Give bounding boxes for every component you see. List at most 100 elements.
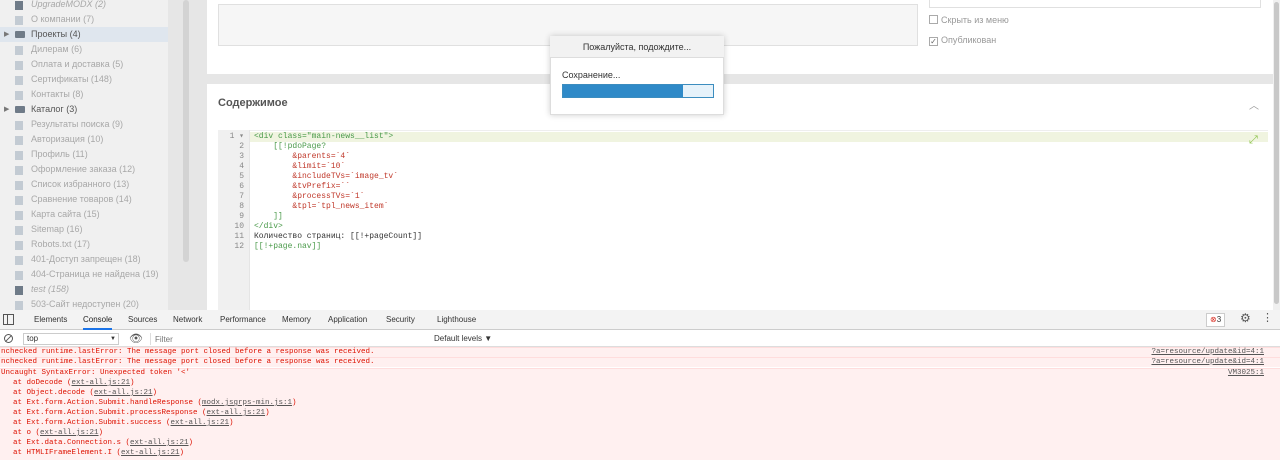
tree-item[interactable]: Оформление заказа (12) <box>0 162 168 177</box>
code-editor[interactable] <box>218 130 1268 310</box>
context-select[interactable]: top ▼ <box>23 333 119 345</box>
tree-item-label: Список избранного (13) <box>31 179 130 189</box>
line-number: 1 ▾ <box>229 132 244 141</box>
code-line[interactable]: &parents=`4` <box>254 152 350 162</box>
devtools-tab-elements[interactable]: Elements <box>34 310 67 330</box>
document-icon <box>15 211 23 220</box>
devtools-tab-console[interactable]: Console <box>83 310 113 330</box>
error-count-badge[interactable]: ⊗3 <box>1206 313 1226 327</box>
stack-frame-link[interactable]: ext-all.js:21 <box>72 379 131 387</box>
devtools-tab-memory[interactable]: Memory <box>282 310 311 330</box>
tree-item-label: Sitemap (16) <box>31 224 83 234</box>
stack-frame-text: at Ext.form.Action.Submit.handleResponse… <box>13 399 203 407</box>
tree-item-label: Контакты (8) <box>31 89 84 99</box>
tree-item[interactable]: UpgradeMODX (2) <box>0 0 168 12</box>
message-text: nchecked runtime.lastError: The message … <box>1 348 375 356</box>
stack-frame-close: ) <box>179 449 185 457</box>
devtools-tab-network[interactable]: Network <box>173 310 202 330</box>
tree-item[interactable]: Оплата и доставка (5) <box>0 57 168 72</box>
clear-console-icon[interactable] <box>4 334 13 343</box>
tree-item[interactable]: Профиль (11) <box>0 147 168 162</box>
published-label: Опубликован <box>941 35 997 45</box>
resource-tree: UpgradeMODX (2) О компании (7) ▶ Проекты (4… <box>0 0 168 310</box>
folder-icon <box>15 106 25 113</box>
more-menu-icon[interactable]: ⋮ <box>1262 311 1273 324</box>
page-scrollbar[interactable] <box>1273 0 1280 310</box>
code-line[interactable]: &limit=`10` <box>254 162 345 172</box>
stack-frame-link[interactable]: ext-all.js:21 <box>40 429 99 437</box>
wait-dialog-title: Пожалуйста, подождите... <box>550 36 724 58</box>
tree-item[interactable]: ▶ Каталог (3) <box>0 102 168 117</box>
tree-item[interactable]: Контакты (8) <box>0 87 168 102</box>
message-source-link[interactable]: ?a=resource/update&id=4:1 <box>1151 358 1264 366</box>
folder-icon <box>15 31 25 38</box>
code-line[interactable]: &tvPrefix=`` <box>254 182 350 192</box>
tree-item[interactable]: Результаты поиска (9) <box>0 117 168 132</box>
inspect-icon[interactable] <box>3 314 14 325</box>
code-line[interactable]: &tpl=`tpl_news_item` <box>254 202 388 212</box>
published-checkbox[interactable]: ✓ Опубликован <box>929 34 996 46</box>
stack-frame-text: at Ext.form.Action.Submit.success ( <box>13 419 171 427</box>
tree-item[interactable]: Дилерам (6) <box>0 42 168 57</box>
message-source-link[interactable]: VM3025:1 <box>1228 369 1264 377</box>
stack-frame-link[interactable]: ext-all.js:21 <box>171 419 230 427</box>
fullscreen-icon[interactable]: ⤢ <box>1249 134 1258 147</box>
document-icon <box>15 166 23 175</box>
stack-frame-link[interactable]: ext-all.js:21 <box>130 439 189 447</box>
collapse-icon[interactable]: ︿ <box>1249 97 1259 112</box>
devtools-tab-performance[interactable]: Performance <box>220 310 266 330</box>
gear-icon[interactable]: ⚙ <box>1240 311 1251 325</box>
code-line[interactable]: [[!pdoPage? <box>254 142 326 152</box>
tree-item[interactable]: Авторизация (10) <box>0 132 168 147</box>
tree-item[interactable]: ▶ Проекты (4) <box>0 27 168 42</box>
devtools-tab-application[interactable]: Application <box>328 310 367 330</box>
code-line[interactable]: <div class="main-news__list"> <box>254 132 393 142</box>
document-icon <box>15 271 23 280</box>
tree-item[interactable]: 404-Страница не найдена (19) <box>0 267 168 282</box>
tree-item[interactable]: Sitemap (16) <box>0 222 168 237</box>
tree-item[interactable]: test (158) <box>0 282 168 297</box>
progress-bar <box>562 84 714 98</box>
tree-item[interactable]: Список избранного (13) <box>0 177 168 192</box>
message-source-link[interactable]: ?a=resource/update&id=4:1 <box>1151 348 1264 356</box>
code-line[interactable]: [[!+page.nav]] <box>254 242 321 252</box>
code-line[interactable]: ]] <box>254 212 283 222</box>
hide-menu-checkbox[interactable]: Скрыть из меню <box>929 14 1009 26</box>
tree-item-label: Сертификаты (148) <box>31 74 112 84</box>
levels-dropdown[interactable]: Default levels ▼ <box>434 333 492 345</box>
tree-item[interactable]: Robots.txt (17) <box>0 237 168 252</box>
tree-item[interactable]: Сертификаты (148) <box>0 72 168 87</box>
line-number: 5 <box>239 172 244 181</box>
tree-item[interactable]: О компании (7) <box>0 12 168 27</box>
scrollbar-thumb[interactable] <box>1274 2 1279 304</box>
document-icon <box>15 256 23 265</box>
document-icon <box>15 196 23 205</box>
code-line[interactable]: &processTVs=`1` <box>254 192 364 202</box>
stack-frame-close: ) <box>265 409 270 417</box>
code-line[interactable]: &includeTVs=`image_tv` <box>254 172 398 182</box>
stack-frame-link[interactable]: ext-all.js:21 <box>94 389 153 397</box>
code-line[interactable]: Количество страниц: [[!+pageCount]] <box>254 232 422 242</box>
eye-icon[interactable]: 👁 <box>129 332 143 345</box>
document-icon <box>15 181 23 190</box>
stack-frame: at HTMLIFrameElement.I (ext-all.js:21) <box>13 448 184 458</box>
stack-frame-link[interactable]: ext-all.js:21 <box>207 409 266 417</box>
tree-item[interactable]: 401-Доступ запрещен (18) <box>0 252 168 267</box>
tree-item[interactable]: Сравнение товаров (14) <box>0 192 168 207</box>
devtools-tab-lighthouse[interactable]: Lighthouse <box>437 310 476 330</box>
template-field[interactable] <box>929 0 1261 8</box>
tree-item[interactable]: 503-Сайт недоступен (20) <box>0 297 168 310</box>
stack-frame-link[interactable]: ext-all.js:21 <box>121 449 180 457</box>
stack-frame: at Ext.form.Action.Submit.processRespons… <box>13 408 270 418</box>
stack-frame-text: at HTMLIFrameElement.I ( <box>13 449 122 457</box>
devtools-tab-sources[interactable]: Sources <box>128 310 157 330</box>
tree-scrollbar[interactable] <box>183 0 189 262</box>
expand-arrow-icon[interactable]: ▶ <box>4 102 9 117</box>
checkbox-checked-icon: ✓ <box>929 37 938 46</box>
filter-input[interactable] <box>150 333 426 345</box>
expand-arrow-icon[interactable]: ▶ <box>4 27 9 42</box>
tree-item[interactable]: Карта сайта (15) <box>0 207 168 222</box>
stack-frame-link[interactable]: modx.jsgrps-min.js:1 <box>202 399 292 407</box>
devtools-tab-security[interactable]: Security <box>386 310 415 330</box>
code-line[interactable]: </div> <box>254 222 283 232</box>
